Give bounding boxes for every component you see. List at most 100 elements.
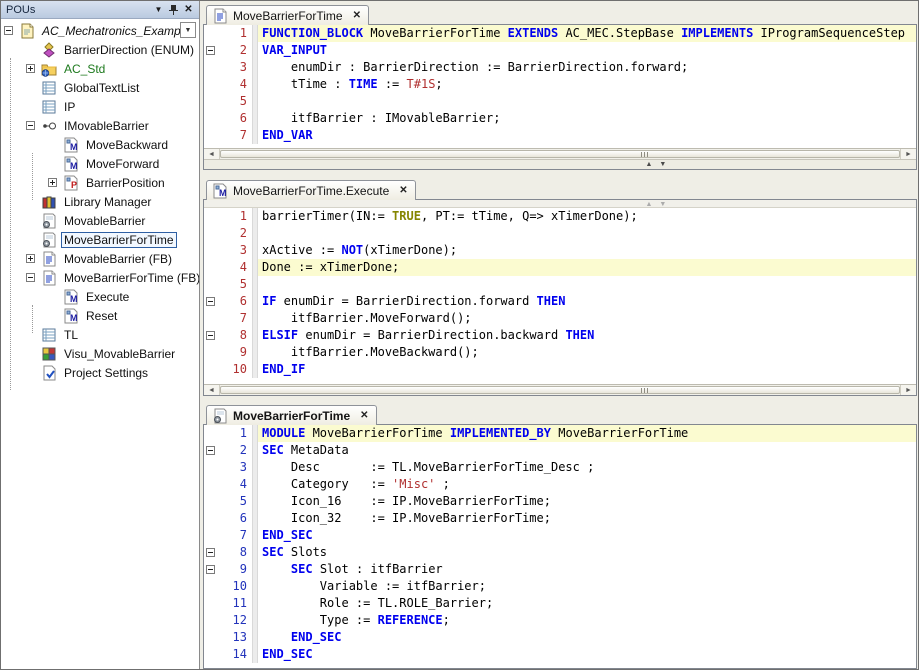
tree-item-execute[interactable]: MExecute — [1, 287, 199, 306]
code-text[interactable]: xActive := NOT(xTimerDone); — [258, 242, 916, 259]
code-text[interactable]: IF enumDir = BarrierDirection.forward TH… — [258, 293, 916, 310]
code-line: 5 — [204, 93, 916, 110]
close-icon[interactable]: ✕ — [399, 185, 407, 196]
code-text[interactable]: tTime : TIME := T#1S; — [258, 76, 916, 93]
tree-item-barrierposition[interactable]: PBarrierPosition — [1, 173, 199, 192]
code-text[interactable]: END_IF — [258, 361, 916, 378]
chevron-down-icon[interactable]: ▼ — [151, 3, 166, 17]
scroll-thumb[interactable] — [220, 386, 900, 394]
expand-icon[interactable] — [26, 64, 35, 73]
code-text[interactable]: END_SEC — [258, 629, 916, 646]
expand-icon[interactable] — [48, 178, 57, 187]
code-text[interactable]: Icon_32 := IP.MoveBarrierForTime; — [258, 510, 916, 527]
tree-item-library-manager[interactable]: Library Manager — [1, 192, 199, 211]
close-icon[interactable]: ✕ — [181, 3, 196, 17]
close-icon[interactable]: ✕ — [353, 10, 361, 21]
code-text[interactable]: Variable := itfBarrier; — [258, 578, 916, 595]
code-editor[interactable]: 1MODULE MoveBarrierForTime IMPLEMENTED_B… — [204, 425, 916, 668]
tree-item-ac-mechatronics-example[interactable]: AC_Mechatronics_Example▼ — [1, 21, 199, 40]
code-text[interactable] — [258, 225, 916, 242]
method-icon: M — [63, 289, 79, 305]
code-text[interactable]: Icon_16 := IP.MoveBarrierForTime; — [258, 493, 916, 510]
code-text[interactable]: enumDir : BarrierDirection := BarrierDir… — [258, 59, 916, 76]
code-text[interactable]: barrierTimer(IN:= TRUE, PT:= tTime, Q=> … — [258, 208, 916, 225]
code-editor[interactable]: 1barrierTimer(IN:= TRUE, PT:= tTime, Q=>… — [204, 208, 916, 384]
tree-item-movebackward[interactable]: MMoveBackward — [1, 135, 199, 154]
code-text[interactable]: Role := TL.ROLE_Barrier; — [258, 595, 916, 612]
tree-item-movablebarrier[interactable]: MovableBarrier — [1, 211, 199, 230]
editor-pane-declaration: MoveBarrierForTime ✕ 1FUNCTION_BLOCK Mov… — [203, 4, 917, 170]
tab-movebarrierfortime-execute[interactable]: M MoveBarrierForTime.Execute ✕ — [206, 180, 416, 200]
tree-item-project-settings[interactable]: Project Settings — [1, 363, 199, 382]
fold-toggle-icon[interactable] — [206, 446, 215, 455]
tree-item-label: BarrierPosition — [83, 175, 168, 191]
tree-item-label: AC_Std — [61, 61, 108, 77]
close-icon[interactable]: ✕ — [360, 410, 368, 421]
tab-movebarrierfortime[interactable]: MoveBarrierForTime ✕ — [206, 5, 369, 25]
h-scrollbar[interactable]: ◄ ► — [204, 148, 916, 159]
code-text[interactable]: Category := 'Misc' ; — [258, 476, 916, 493]
module-icon — [41, 213, 57, 229]
tree-item-label: MoveBarrierForTime — [61, 232, 177, 248]
pin-icon[interactable] — [166, 3, 181, 17]
code-text[interactable] — [258, 93, 916, 110]
tree-item-barrierdirection-enum-[interactable]: BarrierDirection (ENUM) — [1, 40, 199, 59]
code-text[interactable]: Done := xTimerDone; — [258, 259, 916, 276]
code-text[interactable]: SEC Slot : itfBarrier — [258, 561, 916, 578]
tree-item-ip[interactable]: IP — [1, 97, 199, 116]
fold-toggle-icon[interactable] — [206, 46, 215, 55]
expand-icon[interactable] — [26, 254, 35, 263]
tree-item-imovablebarrier[interactable]: IMovableBarrier — [1, 116, 199, 135]
tree-item-label: BarrierDirection (ENUM) — [61, 42, 197, 58]
code-text[interactable]: FUNCTION_BLOCK MoveBarrierForTime EXTEND… — [258, 25, 916, 42]
collapse-icon[interactable] — [4, 26, 13, 35]
code-text[interactable] — [258, 276, 916, 293]
tree-item-ac-std[interactable]: AC_Std — [1, 59, 199, 78]
scroll-thumb[interactable] — [220, 150, 900, 158]
code-text[interactable]: Type := REFERENCE; — [258, 612, 916, 629]
code-text[interactable]: END_SEC — [258, 646, 916, 663]
code-text[interactable]: itfBarrier.MoveForward(); — [258, 310, 916, 327]
tab-movebarrierfortime-module[interactable]: MoveBarrierForTime ✕ — [206, 405, 377, 425]
tree-item-movablebarrier-fb-[interactable]: MovableBarrier (FB) — [1, 249, 199, 268]
code-text[interactable]: itfBarrier.MoveBackward(); — [258, 344, 916, 361]
split-down-button[interactable]: ▼ — [659, 200, 666, 209]
split-down-button[interactable]: ▼ — [659, 160, 666, 169]
tree-item-visu-movablebarrier[interactable]: Visu_MovableBarrier — [1, 344, 199, 363]
device-combo-button[interactable]: ▼ — [180, 22, 196, 38]
scroll-left-button[interactable]: ◄ — [204, 149, 220, 159]
fold-toggle-icon[interactable] — [206, 565, 215, 574]
fold-toggle-icon[interactable] — [206, 297, 215, 306]
code-text[interactable]: END_VAR — [258, 127, 916, 144]
code-text[interactable]: SEC MetaData — [258, 442, 916, 459]
tree-item-reset[interactable]: MReset — [1, 306, 199, 325]
fold-toggle-icon[interactable] — [206, 331, 215, 340]
h-scrollbar[interactable]: ◄ ► — [204, 384, 916, 395]
line-number: 6 — [219, 510, 252, 527]
tree-item-movebarrierfortime[interactable]: MoveBarrierForTime — [1, 230, 199, 249]
tree-item-moveforward[interactable]: MMoveForward — [1, 154, 199, 173]
scroll-right-button[interactable]: ► — [900, 385, 916, 395]
tree-item-globaltextlist[interactable]: GlobalTextList — [1, 78, 199, 97]
code-text[interactable]: itfBarrier : IMovableBarrier; — [258, 110, 916, 127]
code-text[interactable]: VAR_INPUT — [258, 42, 916, 59]
scroll-right-button[interactable]: ► — [900, 149, 916, 159]
code-text[interactable]: MODULE MoveBarrierForTime IMPLEMENTED_BY… — [258, 425, 916, 442]
split-up-button[interactable]: ▲ — [645, 200, 652, 209]
tree-item-tl[interactable]: TL — [1, 325, 199, 344]
collapse-icon[interactable] — [26, 273, 35, 282]
scroll-left-button[interactable]: ◄ — [204, 385, 220, 395]
code-line: 6 Icon_32 := IP.MoveBarrierForTime; — [204, 510, 916, 527]
editor-pane-implementation: M MoveBarrierForTime.Execute ✕ ▲ ▼ 1barr… — [203, 179, 917, 396]
collapse-icon[interactable] — [26, 121, 35, 130]
code-text[interactable]: Desc := TL.MoveBarrierForTime_Desc ; — [258, 459, 916, 476]
code-text[interactable]: SEC Slots — [258, 544, 916, 561]
split-up-button[interactable]: ▲ — [645, 160, 652, 169]
fold-toggle-icon[interactable] — [206, 548, 215, 557]
tree-item-movebarrierfortime-fb-[interactable]: MoveBarrierForTime (FB) — [1, 268, 199, 287]
code-text[interactable]: END_SEC — [258, 527, 916, 544]
application-window: POUs ▼ ✕ AC_Mechatronics_Example▼Barrier… — [0, 0, 919, 670]
code-line: 3 Desc := TL.MoveBarrierForTime_Desc ; — [204, 459, 916, 476]
code-text[interactable]: ELSIF enumDir = BarrierDirection.backwar… — [258, 327, 916, 344]
code-editor[interactable]: 1FUNCTION_BLOCK MoveBarrierForTime EXTEN… — [204, 25, 916, 148]
